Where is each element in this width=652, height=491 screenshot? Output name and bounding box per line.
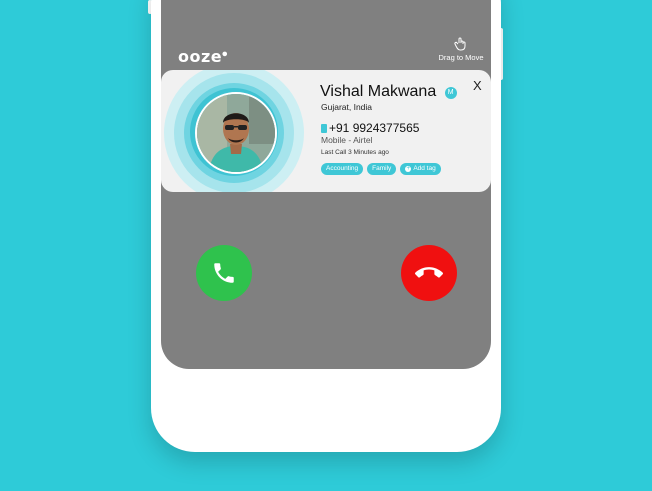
caller-location: Gujarat, India xyxy=(321,102,373,112)
drag-hint-label: Drag to Move xyxy=(438,53,484,62)
caller-photo xyxy=(197,94,275,172)
caller-phone-text: +91 9924377565 xyxy=(329,121,420,135)
drag-handle[interactable]: Drag to Move xyxy=(431,37,491,62)
last-call-info: Last Call 3 Minutes ago xyxy=(321,149,389,156)
drag-hand-icon xyxy=(454,37,466,51)
phone-hangup-icon xyxy=(415,267,443,278)
caller-avatar xyxy=(195,92,277,174)
tag-family[interactable]: Family xyxy=(367,163,397,175)
caller-name-text: Vishal Makwana xyxy=(320,83,437,100)
phone-icon xyxy=(214,263,234,283)
verified-badge-icon: M xyxy=(444,87,457,99)
phone-frame: ooze● Drag to Move Vishal Makwana M X Gu… xyxy=(151,0,501,452)
tag-accounting[interactable]: Accounting xyxy=(321,163,364,175)
ooze-logo: ooze● xyxy=(178,47,228,66)
plus-icon: + xyxy=(405,166,412,172)
tag-list: Accounting Family + Add tag xyxy=(321,163,441,175)
caller-id-card[interactable]: Vishal Makwana M X Gujarat, India +91 99… xyxy=(161,70,491,192)
add-tag-button[interactable]: + Add tag xyxy=(400,163,441,175)
decline-call-button[interactable] xyxy=(401,245,457,301)
accept-call-button[interactable] xyxy=(196,245,252,301)
incoming-call-screen: ooze● Drag to Move Vishal Makwana M X Gu… xyxy=(161,0,491,369)
caller-name: Vishal Makwana M xyxy=(320,83,457,101)
mobile-icon xyxy=(321,124,327,133)
caller-phone: +91 9924377565 xyxy=(321,121,419,135)
logo-text: ooze xyxy=(178,47,223,66)
caller-carrier: Mobile - Airtel xyxy=(321,135,373,145)
add-tag-label: Add tag xyxy=(413,165,436,172)
close-button[interactable]: X xyxy=(473,78,482,93)
